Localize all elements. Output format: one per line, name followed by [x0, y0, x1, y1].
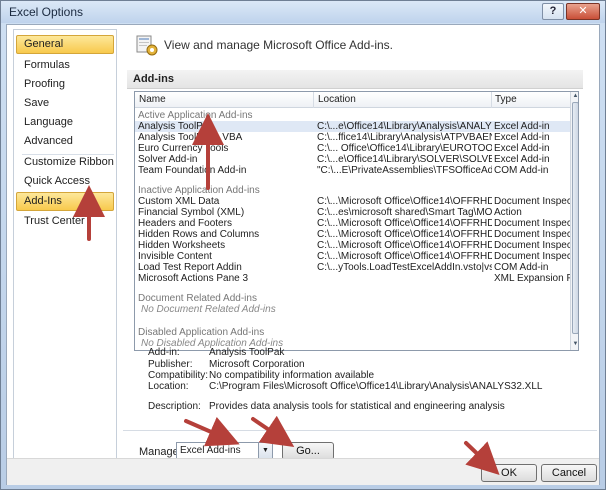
nav-item-proofing[interactable]: Proofing — [16, 75, 114, 94]
nav-item-quick-access-toolbar[interactable]: Quick Access Toolbar — [16, 172, 114, 206]
group-disabled: Disabled Application Add-ins — [138, 327, 265, 338]
dialog-client: General Formulas Proofing Save Language … — [6, 24, 600, 485]
list-item[interactable]: Analysis ToolPak C:\...e\Office14\Library… — [135, 121, 570, 132]
nav-item-formulas[interactable]: Formulas — [16, 56, 114, 75]
list-item[interactable]: Microsoft Actions Pane 3XML Expansion Pa… — [135, 273, 570, 284]
list-item[interactable]: Hidden Rows and Columns C:\...\Microsoft … — [135, 229, 570, 240]
group-document: Document Related Add-ins — [138, 293, 257, 304]
column-header-type[interactable]: Type — [495, 94, 517, 105]
detail-location-value: C:\Program Files\Microsoft Office\Office… — [209, 381, 543, 392]
group-active: Active Application Add-ins — [138, 110, 253, 121]
manage-selected-value: Excel Add-ins — [180, 445, 241, 456]
list-item[interactable]: Financial Symbol (XML) C:\...es\microsoft… — [135, 207, 570, 218]
detail-compat-label: Compatibility: — [148, 370, 209, 381]
detail-publisher-value: Microsoft Corporation — [209, 359, 305, 370]
window-title: Excel Options — [9, 5, 84, 19]
nav-item-advanced[interactable]: Advanced — [16, 132, 114, 151]
addins-pane: View and manage Microsoft Office Add-ins… — [123, 25, 597, 485]
addins-gear-icon — [136, 35, 158, 56]
list-item[interactable]: Invisible Content C:\...\Microsoft Office… — [135, 251, 570, 262]
detail-compat-value: No compatibility information available — [209, 370, 375, 381]
nav-item-add-ins[interactable]: Add-Ins — [16, 192, 114, 211]
cancel-button[interactable]: Cancel — [541, 464, 597, 482]
scroll-down-icon[interactable]: ▼ — [571, 340, 578, 349]
options-nav: General Formulas Proofing Save Language … — [13, 29, 117, 481]
list-item[interactable]: Euro Currency Tools C:\... Office\Office1… — [135, 143, 570, 154]
detail-location-label: Location: — [148, 381, 189, 392]
scroll-up-icon[interactable]: ▲ — [571, 92, 578, 101]
list-item[interactable]: Solver Add-in C:\...e\Office14\Library\SO… — [135, 154, 570, 165]
detail-description-label: Description: — [148, 401, 201, 412]
page-heading: View and manage Microsoft Office Add-ins… — [164, 38, 394, 52]
column-divider — [313, 92, 314, 108]
nav-item-customize-ribbon[interactable]: Customize Ribbon — [16, 153, 114, 172]
help-button[interactable]: ? — [542, 3, 564, 20]
detail-description-value: Provides data analysis tools for statist… — [209, 401, 505, 412]
group-document-empty: No Document Related Add-ins — [141, 304, 276, 315]
nav-item-general[interactable]: General — [16, 35, 114, 54]
nav-item-save[interactable]: Save — [16, 94, 114, 113]
chevron-down-icon[interactable]: ▼ — [258, 443, 272, 458]
list-item[interactable]: Load Test Report Addin C:\...yTools.LoadT… — [135, 262, 570, 273]
list-item[interactable]: Custom XML Data C:\...\Microsoft Office\O… — [135, 196, 570, 207]
manage-row: Manage: Excel Add-ins ▼ Go... — [123, 430, 597, 460]
scroll-thumb[interactable] — [572, 102, 578, 334]
detail-addin-label: Add-in: — [148, 347, 180, 358]
nav-item-trust-center[interactable]: Trust Center — [16, 212, 114, 231]
detail-publisher-label: Publisher: — [148, 359, 193, 370]
column-header-location[interactable]: Location — [318, 94, 356, 105]
excel-options-dialog: Excel Options ? ✕ General Formulas Proof… — [0, 0, 606, 490]
list-scrollbar[interactable]: ▲ ▼ — [570, 92, 578, 350]
addins-section-title: Add-ins — [127, 70, 583, 89]
list-item[interactable]: Headers and Footers C:\...\Microsoft Offi… — [135, 218, 570, 229]
dialog-footer: OK Cancel — [7, 458, 599, 485]
nav-item-language[interactable]: Language — [16, 113, 114, 132]
title-bar: Excel Options ? ✕ — [1, 1, 605, 23]
addins-list[interactable]: Name Location Type Active Application Ad… — [134, 91, 579, 351]
detail-addin-value: Analysis ToolPak — [209, 347, 285, 358]
close-button[interactable]: ✕ — [566, 3, 600, 20]
column-divider — [491, 92, 492, 108]
list-header: Name Location Type — [135, 92, 570, 108]
column-header-name[interactable]: Name — [139, 94, 166, 105]
ok-button[interactable]: OK — [481, 464, 537, 482]
list-item[interactable]: Analysis ToolPak - VBA C:\...ffice14\Libr… — [135, 132, 570, 143]
group-inactive: Inactive Application Add-ins — [138, 185, 260, 196]
list-item[interactable]: Team Foundation Add-in "C:\...E\PrivateAs… — [135, 165, 570, 176]
manage-select[interactable]: Excel Add-ins ▼ — [176, 442, 273, 459]
list-item[interactable]: Hidden Worksheets C:\...\Microsoft Office… — [135, 240, 570, 251]
